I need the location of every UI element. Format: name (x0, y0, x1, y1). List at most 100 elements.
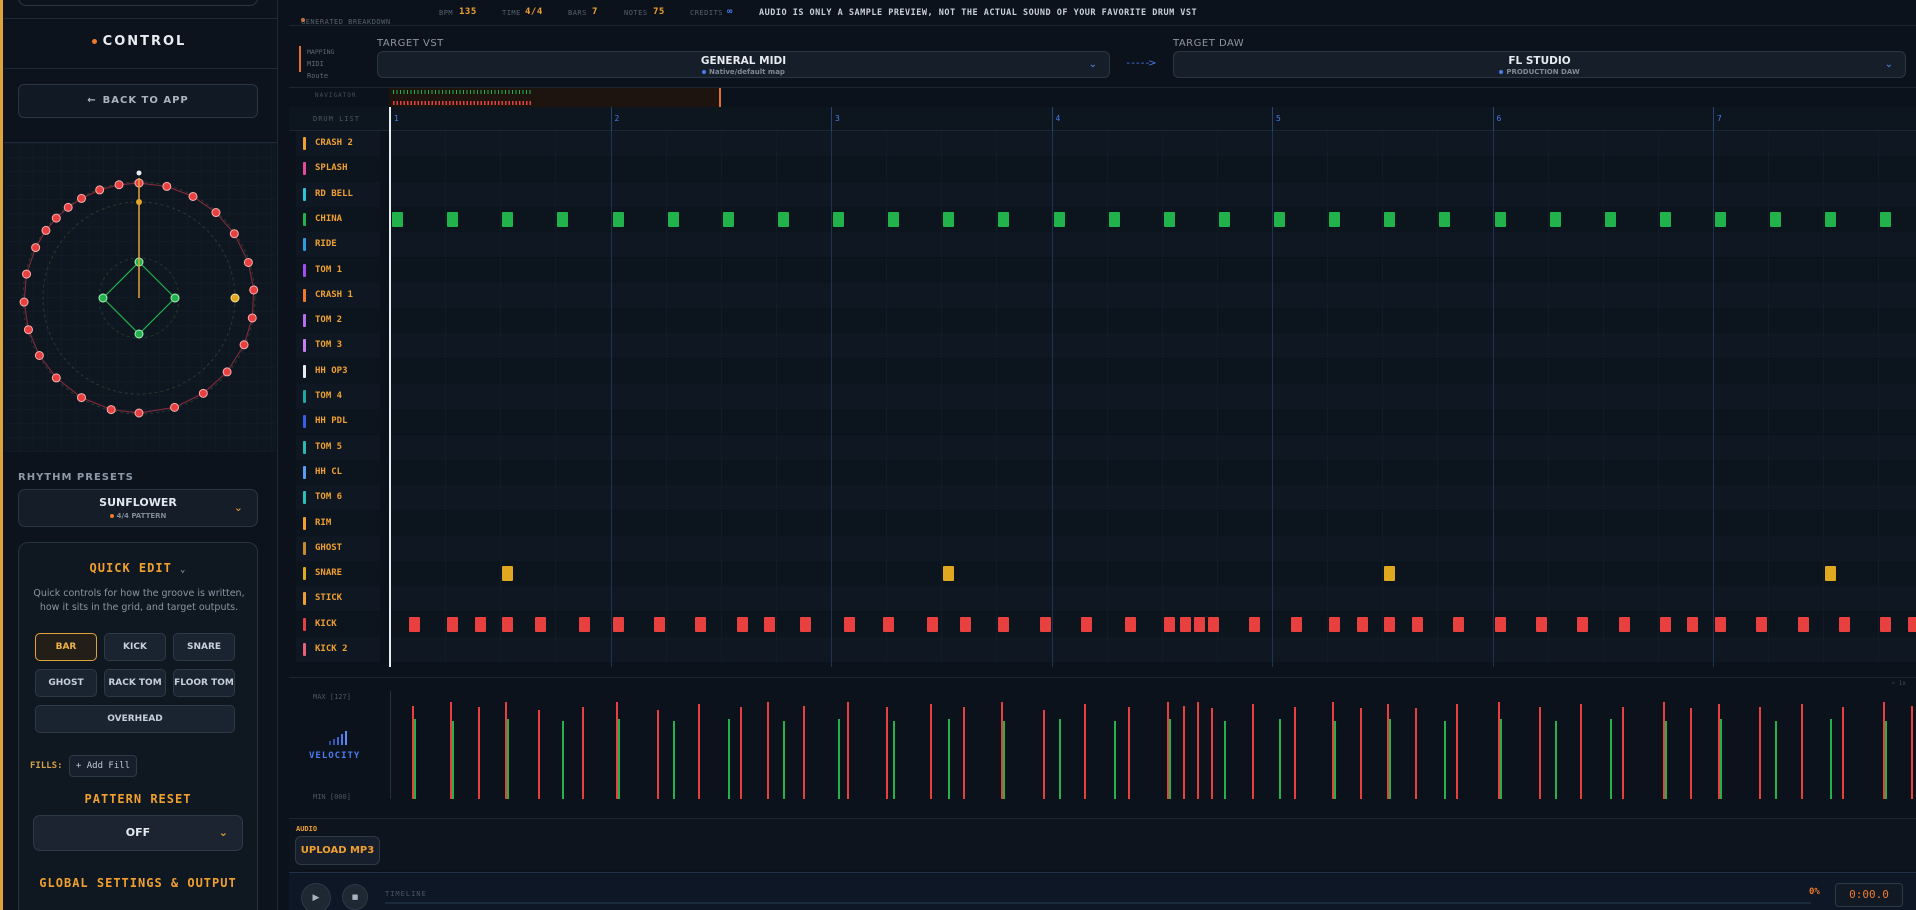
velocity-bar[interactable] (1690, 708, 1693, 799)
drum-row-label[interactable]: CRASH 1 (296, 282, 380, 308)
drum-lane[interactable] (390, 181, 1916, 207)
note-cell[interactable] (882, 616, 894, 632)
note-cell[interactable] (447, 616, 459, 632)
velocity-bar[interactable] (562, 721, 565, 799)
drum-row-label[interactable]: TOM 6 (296, 485, 380, 511)
note-cell[interactable] (408, 616, 420, 632)
rhythm-radial-visualizer[interactable] (5, 143, 276, 452)
velocity-bar[interactable] (1580, 703, 1583, 799)
quick-edit-title[interactable]: QUICK EDIT ⌄ (19, 561, 257, 575)
note-cell[interactable] (1207, 616, 1219, 632)
note-cell[interactable] (1411, 616, 1423, 632)
velocity-bar[interactable] (1664, 721, 1667, 799)
drum-row-label[interactable]: TOM 4 (296, 384, 380, 409)
velocity-bar[interactable] (1444, 721, 1447, 799)
note-cell[interactable] (1756, 616, 1768, 632)
drum-row-label[interactable]: KICK 2 (296, 637, 380, 662)
note-cell[interactable] (392, 211, 403, 227)
velocity-bar[interactable] (1210, 708, 1213, 799)
drum-row-label[interactable]: SNARE (296, 561, 380, 587)
note-cell[interactable] (998, 616, 1010, 632)
velocity-bar[interactable] (477, 707, 480, 799)
chip-overhead[interactable]: OVERHEAD (35, 705, 235, 733)
note-cell[interactable] (1163, 616, 1175, 632)
drum-lane[interactable] (390, 232, 1916, 258)
note-cell[interactable] (1274, 211, 1285, 227)
velocity-bar[interactable] (1279, 719, 1281, 799)
note-cell[interactable] (1880, 616, 1892, 632)
note-cell[interactable] (1618, 616, 1630, 632)
add-fill-button[interactable]: + Add Fill (69, 755, 137, 777)
velocity-bar[interactable] (452, 721, 455, 799)
note-cell[interactable] (447, 211, 459, 227)
drum-lane[interactable] (390, 282, 1916, 308)
velocity-bar[interactable] (1800, 703, 1803, 799)
note-cell[interactable] (695, 616, 707, 632)
note-cell[interactable] (777, 211, 789, 227)
note-cell[interactable] (1329, 211, 1341, 227)
velocity-bar[interactable] (1197, 701, 1200, 799)
note-cell[interactable] (1108, 211, 1120, 227)
drum-lane[interactable] (390, 358, 1916, 384)
note-cell[interactable] (1384, 566, 1396, 582)
note-cell[interactable] (1356, 616, 1368, 632)
chip-kick[interactable]: KICK (104, 633, 166, 661)
velocity-bar[interactable] (1058, 719, 1061, 799)
velocity-bar[interactable] (1775, 721, 1778, 799)
note-cell[interactable] (1218, 211, 1230, 227)
velocity-bar[interactable] (847, 701, 850, 799)
note-cell[interactable] (888, 211, 900, 227)
velocity-bar[interactable] (1334, 721, 1337, 799)
velocity-bar[interactable] (962, 707, 965, 799)
velocity-bar[interactable] (1389, 719, 1392, 799)
drum-lane[interactable] (390, 308, 1916, 334)
drum-row-label[interactable]: CRASH 2 (296, 131, 380, 156)
note-cell[interactable] (1535, 616, 1547, 632)
note-cell[interactable] (1604, 211, 1616, 227)
velocity-bar[interactable] (1168, 719, 1171, 799)
velocity-bar[interactable] (1885, 721, 1888, 799)
velocity-bar[interactable] (1293, 707, 1296, 799)
note-cell[interactable] (1715, 211, 1726, 227)
note-cell[interactable] (959, 616, 971, 632)
note-cell[interactable] (1180, 616, 1192, 632)
velocity-bar[interactable] (1128, 707, 1131, 799)
velocity-bar[interactable] (1456, 703, 1459, 799)
note-cell[interactable] (722, 211, 734, 227)
drum-row-label[interactable]: RD BELL (296, 181, 380, 207)
stop-button[interactable]: ■ (342, 884, 368, 910)
velocity-bar[interactable] (672, 721, 675, 799)
velocity-bar[interactable] (1842, 707, 1845, 799)
velocity-bar[interactable] (1910, 706, 1913, 799)
chip-bar[interactable]: BAR (35, 633, 97, 661)
velocity-bar[interactable] (538, 710, 541, 799)
drum-lane[interactable] (390, 459, 1916, 485)
drum-lane[interactable] (390, 333, 1916, 359)
velocity-bar[interactable] (413, 719, 416, 799)
note-cell[interactable] (943, 566, 955, 582)
note-cell[interactable] (1384, 616, 1396, 632)
velocity-bar[interactable] (802, 706, 805, 799)
note-cell[interactable] (502, 616, 514, 632)
note-cell[interactable] (667, 211, 679, 227)
note-cell[interactable] (1053, 211, 1065, 227)
note-cell[interactable] (1081, 616, 1093, 632)
note-cell[interactable] (1770, 211, 1782, 227)
drum-lane[interactable] (390, 384, 1916, 409)
note-cell[interactable] (833, 211, 844, 227)
note-cell[interactable] (1659, 616, 1671, 632)
chip-snare[interactable]: SNARE (173, 633, 235, 661)
velocity-bar[interactable] (1414, 708, 1417, 799)
note-cell[interactable] (557, 211, 569, 227)
velocity-bar[interactable] (929, 703, 932, 799)
drum-row-label[interactable]: CHINA (296, 206, 380, 232)
drum-lane[interactable] (390, 485, 1916, 511)
drum-lane[interactable] (390, 409, 1916, 435)
note-cell[interactable] (535, 616, 547, 632)
note-cell[interactable] (1125, 616, 1137, 632)
drum-row-label[interactable]: GHOST (296, 535, 380, 561)
velocity-bar[interactable] (1003, 721, 1006, 799)
note-cell[interactable] (1687, 616, 1699, 632)
velocity-bar[interactable] (507, 719, 510, 799)
velocity-bar[interactable] (1720, 719, 1722, 799)
